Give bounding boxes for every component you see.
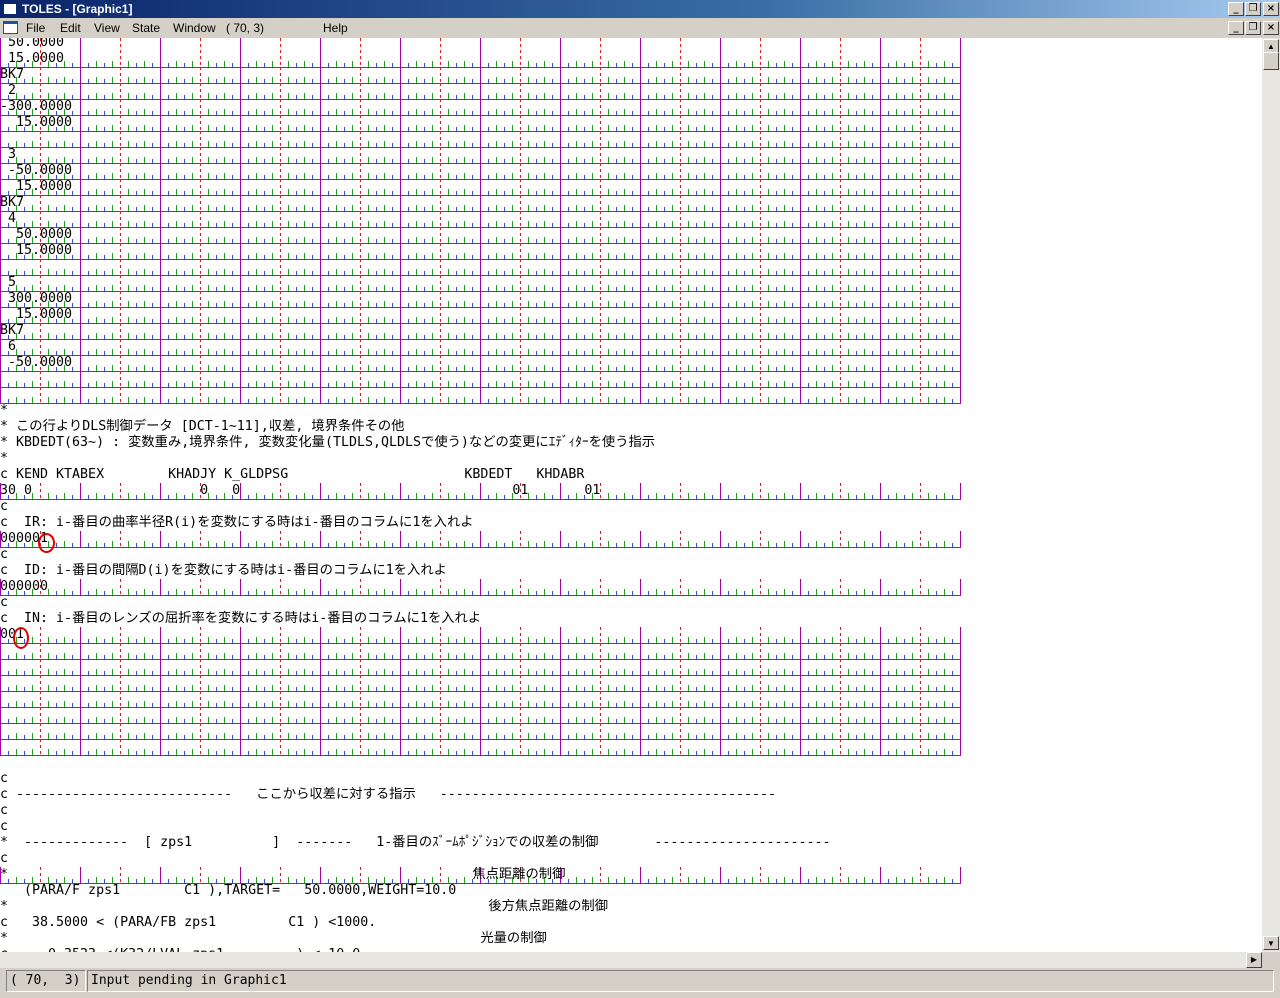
app-icon[interactable] <box>3 3 17 15</box>
scroll-up-button[interactable]: ▲ <box>1263 39 1279 53</box>
editor-line: c <box>0 547 9 562</box>
editor-line: c IN: i-番目のレンズの屈折率を変数にする時はi-番目のコラムに1を入れよ <box>0 611 482 626</box>
minimize-button[interactable]: _ <box>1228 2 1244 16</box>
document-icon[interactable] <box>3 21 18 34</box>
editor-line: * <box>0 451 9 466</box>
editor-line: 3 <box>0 147 17 162</box>
editor-line: c <box>0 819 9 834</box>
highlight-circle <box>38 533 55 553</box>
editor-line: -300.0000 <box>0 99 73 114</box>
menu-window[interactable]: Window <box>173 20 216 36</box>
menu-help[interactable]: Help <box>323 20 348 36</box>
editor-line: 300.0000 <box>0 291 73 306</box>
editor-line: * 焦点距離の制御 <box>0 867 566 882</box>
window-title: TOLES - [Graphic1] <box>22 2 133 16</box>
editor-line: 15.0000 <box>0 307 73 322</box>
editor-line: BK7 <box>0 67 25 82</box>
editor-line: * ------------- [ zps1 ] ------- 1-番目のｽﾞ… <box>0 835 831 850</box>
editor-line: * この行よりDLS制御データ [DCT-1~11],収差, 境界条件その他 <box>0 419 405 434</box>
editor-line: 000000 <box>0 579 49 594</box>
horizontal-scrollbar[interactable]: ▶ <box>0 952 1262 968</box>
editor-line: c --------------------------- ここから収差に対する… <box>0 787 776 802</box>
editor-line: 4 <box>0 211 17 226</box>
highlight-circle <box>13 627 29 649</box>
editor-line: 50.0000 <box>0 227 73 242</box>
menu-view[interactable]: View <box>94 20 120 36</box>
scroll-right-button[interactable]: ▶ <box>1246 952 1262 968</box>
doc-close-button[interactable]: × <box>1263 21 1279 35</box>
close-button[interactable]: × <box>1263 2 1279 16</box>
editor-line: * KBDEDT(63~) : 変数重み,境界条件, 変数変化量(TLDLS,Q… <box>0 435 656 450</box>
editor-line: c KEND KTABEX KHADJY K_GLDPSG KBDEDT KHD… <box>0 467 585 482</box>
editor-line: (PARA/F zps1 C1 ),TARGET= 50.0000,WEIGHT… <box>0 883 457 898</box>
editor-line: BK7 <box>0 323 25 338</box>
scroll-down-button[interactable]: ▼ <box>1263 936 1279 950</box>
editor-line: c <box>0 595 9 610</box>
scroll-corner <box>1262 952 1280 968</box>
editor-line: 5 <box>0 275 17 290</box>
menu-bar: File Edit View State Window ( 70, 3) Hel… <box>0 18 1280 38</box>
editor-line: c <box>0 851 9 866</box>
editor-line: 15.0000 <box>0 115 73 130</box>
editor-line: 6 <box>0 339 17 354</box>
editor-line: 15.0000 <box>0 243 73 258</box>
editor-line: c ID: i-番目の間隔D(i)を変数にする時はi-番目のコラムに1を入れよ <box>0 563 447 578</box>
editor-line: 15.0000 <box>0 51 65 66</box>
editor-line: * 後方焦点距離の制御 <box>0 899 609 914</box>
editor-line: -50.0000 <box>0 163 73 178</box>
menu-edit[interactable]: Edit <box>60 20 81 36</box>
status-bar: ( 70, 3) Input pending in Graphic1 <box>0 968 1280 998</box>
editor-line: c 38.5000 < (PARA/FB zps1 C1 ) <1000. <box>0 915 377 930</box>
editor-line: 2 <box>0 83 17 98</box>
editor-line: c <box>0 803 9 818</box>
editor-area[interactable]: 50.0000 15.0000 BK7 2 -300.0000 15.0000 3 … <box>0 38 1262 952</box>
restore-button[interactable]: ❐ <box>1245 2 1261 16</box>
editor-line: 30 0 0 0 01 01 <box>0 483 601 498</box>
editor-line: 15.0000 <box>0 179 73 194</box>
doc-minimize-button[interactable]: _ <box>1228 21 1244 35</box>
status-message: Input pending in Graphic1 <box>87 970 1274 992</box>
editor-line: * 光量の制御 <box>0 931 547 946</box>
status-position: ( 70, 3) <box>6 970 86 992</box>
menu-position: ( 70, 3) <box>226 21 265 35</box>
editor-line: BK7 <box>0 195 25 210</box>
title-bar: TOLES - [Graphic1] _ ❐ × <box>0 0 1280 18</box>
editor-lines: 50.0000 15.0000 BK7 2 -300.0000 15.0000 3 … <box>0 38 1262 952</box>
menu-state[interactable]: State <box>132 20 160 36</box>
vertical-scrollbar[interactable]: ▲ ▼ <box>1262 38 1280 952</box>
editor-line: * <box>0 403 9 418</box>
editor-line: -50.0000 <box>0 355 73 370</box>
menu-file[interactable]: File <box>26 20 45 36</box>
doc-restore-button[interactable]: ❐ <box>1245 21 1261 35</box>
editor-line: c <box>0 771 9 786</box>
editor-line: c <box>0 499 9 514</box>
editor-line: 50.0000 <box>0 38 65 50</box>
editor-line: c IR: i-番目の曲率半径R(i)を変数にする時はi-番目のコラムに1を入れ… <box>0 515 474 530</box>
vertical-scroll-thumb[interactable] <box>1263 52 1279 70</box>
